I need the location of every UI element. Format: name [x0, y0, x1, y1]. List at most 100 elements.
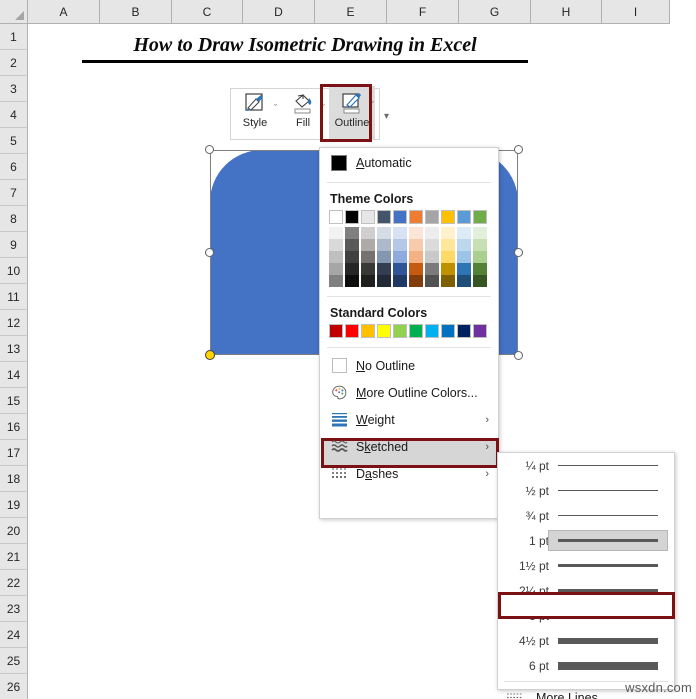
theme-variant-swatch-0-2[interactable] [329, 251, 343, 263]
theme-variant-swatch-0-0[interactable] [329, 227, 343, 239]
outline-caret-icon-active[interactable]: ˇ [371, 100, 374, 110]
theme-variant-swatch-4-1[interactable] [393, 239, 407, 251]
theme-variant-column-7[interactable] [441, 227, 455, 287]
theme-variant-swatch-1-1[interactable] [345, 239, 359, 251]
column-header-E[interactable]: E [315, 0, 387, 24]
theme-variant-swatch-9-2[interactable] [473, 251, 487, 263]
column-header-H[interactable]: H [531, 0, 602, 24]
row-header-21[interactable]: 21 [0, 544, 28, 570]
theme-variant-swatch-0-4[interactable] [329, 275, 343, 287]
theme-variant-swatch-5-1[interactable] [409, 239, 423, 251]
row-header-13[interactable]: 13 [0, 336, 28, 362]
row-header-12[interactable]: 12 [0, 310, 28, 336]
standard-color-swatch-2[interactable] [361, 324, 375, 338]
theme-variant-swatch-9-1[interactable] [473, 239, 487, 251]
row-header-24[interactable]: 24 [0, 622, 28, 648]
menu-item-more-outline-colors[interactable]: More Outline Colors... [320, 379, 498, 406]
row-header-1[interactable]: 1 [0, 24, 28, 50]
column-header-F[interactable]: F [387, 0, 459, 24]
theme-variant-swatch-3-1[interactable] [377, 239, 391, 251]
theme-variant-swatch-1-2[interactable] [345, 251, 359, 263]
row-header-2[interactable]: 2 [0, 50, 28, 76]
resize-handle-top-left[interactable] [205, 145, 214, 154]
standard-color-swatch-6[interactable] [425, 324, 439, 338]
theme-variant-swatch-8-1[interactable] [457, 239, 471, 251]
theme-variant-column-9[interactable] [473, 227, 487, 287]
theme-color-swatch-7[interactable] [441, 210, 455, 224]
theme-variant-swatch-4-3[interactable] [393, 263, 407, 275]
theme-variant-swatch-3-0[interactable] [377, 227, 391, 239]
theme-variant-column-8[interactable] [457, 227, 471, 287]
theme-variant-swatch-3-3[interactable] [377, 263, 391, 275]
theme-variant-swatch-2-3[interactable] [361, 263, 375, 275]
fill-button[interactable]: ˇ Fill [279, 89, 327, 139]
theme-variant-column-3[interactable] [377, 227, 391, 287]
theme-variant-swatch-6-3[interactable] [425, 263, 439, 275]
row-header-17[interactable]: 17 [0, 440, 28, 466]
row-header-23[interactable]: 23 [0, 596, 28, 622]
theme-color-swatch-2[interactable] [361, 210, 375, 224]
theme-variant-column-4[interactable] [393, 227, 407, 287]
theme-variant-swatch-8-3[interactable] [457, 263, 471, 275]
theme-variant-swatch-0-3[interactable] [329, 263, 343, 275]
standard-colors-row[interactable] [320, 324, 498, 338]
menu-item-weight[interactable]: Weight › [320, 406, 498, 433]
theme-variant-column-1[interactable] [345, 227, 359, 287]
theme-variant-swatch-1-4[interactable] [345, 275, 359, 287]
theme-variant-swatch-2-2[interactable] [361, 251, 375, 263]
weight-option-3[interactable]: 1 pt [498, 528, 674, 553]
row-header-15[interactable]: 15 [0, 388, 28, 414]
column-header-D[interactable]: D [243, 0, 315, 24]
row-header-25[interactable]: 25 [0, 648, 28, 674]
theme-variant-swatch-3-2[interactable] [377, 251, 391, 263]
standard-color-swatch-7[interactable] [441, 324, 455, 338]
theme-variant-swatch-9-0[interactable] [473, 227, 487, 239]
theme-variant-swatch-7-4[interactable] [441, 275, 455, 287]
row-header-19[interactable]: 19 [0, 492, 28, 518]
menu-item-no-outline[interactable]: No Outline [320, 352, 498, 379]
theme-variant-swatch-7-0[interactable] [441, 227, 455, 239]
standard-color-swatch-8[interactable] [457, 324, 471, 338]
theme-colors-base-row[interactable] [320, 210, 498, 224]
theme-variant-swatch-7-2[interactable] [441, 251, 455, 263]
weight-option-8[interactable]: 6 pt [498, 653, 674, 678]
theme-color-swatch-0[interactable] [329, 210, 343, 224]
theme-variant-swatch-0-1[interactable] [329, 239, 343, 251]
row-header-18[interactable]: 18 [0, 466, 28, 492]
resize-handle-middle-right[interactable] [514, 248, 523, 257]
weight-option-2[interactable]: ¾ pt [498, 503, 674, 528]
column-header-C[interactable]: C [172, 0, 243, 24]
row-header-9[interactable]: 9 [0, 232, 28, 258]
menu-item-dashes[interactable]: Dashes › [320, 460, 498, 487]
theme-variant-swatch-6-1[interactable] [425, 239, 439, 251]
theme-variant-swatch-7-3[interactable] [441, 263, 455, 275]
column-header-B[interactable]: B [100, 0, 172, 24]
column-header-A[interactable]: A [28, 0, 100, 24]
row-header-16[interactable]: 16 [0, 414, 28, 440]
weight-option-7[interactable]: 4½ pt [498, 628, 674, 653]
theme-variant-swatch-1-0[interactable] [345, 227, 359, 239]
resize-handle-bottom-right[interactable] [514, 351, 523, 360]
theme-variant-swatch-8-2[interactable] [457, 251, 471, 263]
row-header-26[interactable]: 26 [0, 674, 28, 699]
theme-variant-swatch-9-4[interactable] [473, 275, 487, 287]
row-header-20[interactable]: 20 [0, 518, 28, 544]
theme-variant-swatch-8-4[interactable] [457, 275, 471, 287]
theme-variant-swatch-4-4[interactable] [393, 275, 407, 287]
theme-variant-swatch-9-3[interactable] [473, 263, 487, 275]
theme-variant-swatch-5-3[interactable] [409, 263, 423, 275]
theme-variant-column-6[interactable] [425, 227, 439, 287]
column-header-G[interactable]: G [459, 0, 531, 24]
theme-color-swatch-5[interactable] [409, 210, 423, 224]
weight-submenu[interactable]: ¼ pt½ pt¾ pt1 pt1½ pt2¼ pt3 pt4½ pt6 pt … [497, 452, 675, 699]
theme-variant-swatch-5-4[interactable] [409, 275, 423, 287]
menu-item-automatic[interactable]: Automatic [320, 148, 498, 178]
theme-variant-swatch-2-4[interactable] [361, 275, 375, 287]
row-header-22[interactable]: 22 [0, 570, 28, 596]
weight-option-1[interactable]: ½ pt [498, 478, 674, 503]
theme-variant-swatch-7-1[interactable] [441, 239, 455, 251]
row-header-8[interactable]: 8 [0, 206, 28, 232]
row-header-5[interactable]: 5 [0, 128, 28, 154]
theme-variant-swatch-6-2[interactable] [425, 251, 439, 263]
select-all-corner[interactable] [0, 0, 28, 24]
